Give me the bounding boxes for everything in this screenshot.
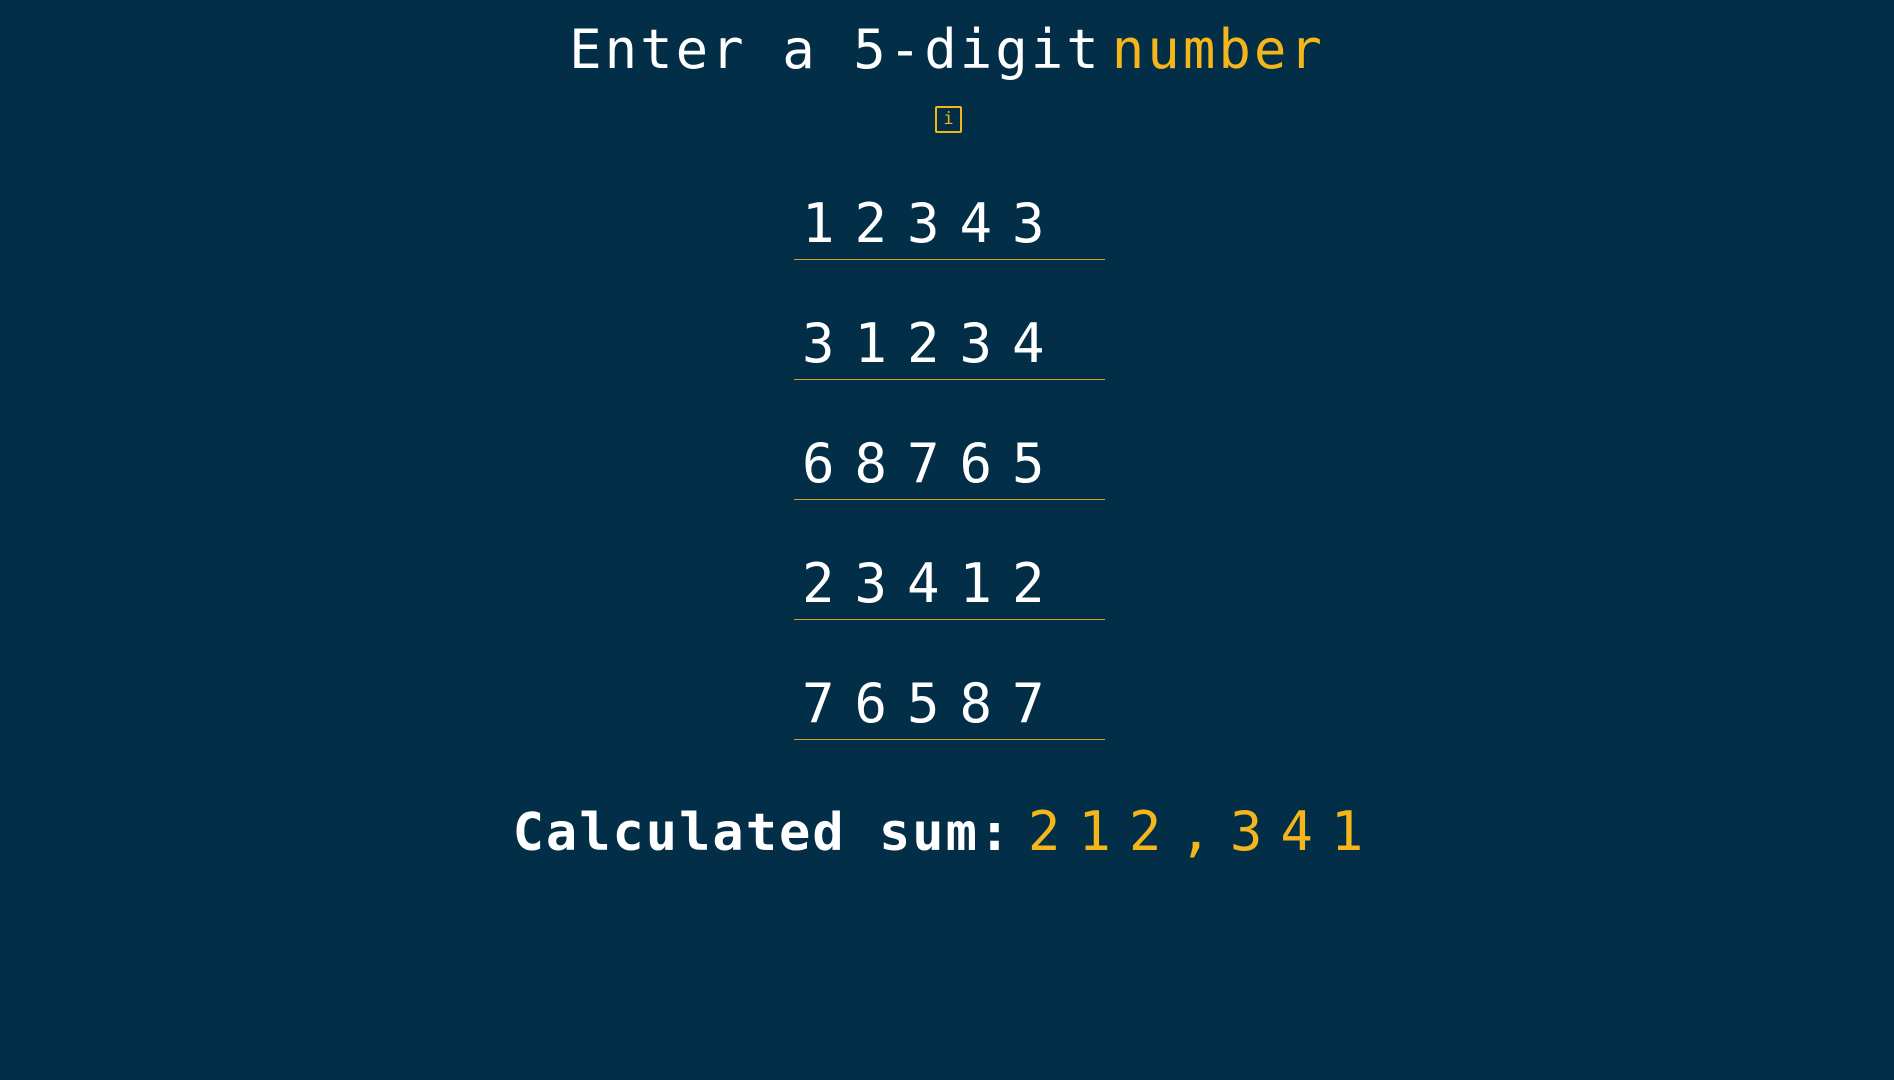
info-glyph: i — [943, 109, 954, 129]
number-input-5[interactable] — [794, 670, 1105, 740]
number-inputs — [794, 190, 1105, 790]
sum-label: Calculated sum: — [512, 803, 1013, 863]
page-title: Enter a 5-digit number — [0, 14, 1894, 86]
sum-value: 212,341 — [1027, 800, 1382, 863]
title-accent: number — [1111, 18, 1325, 81]
info-icon[interactable]: i — [935, 106, 962, 133]
number-input-3[interactable] — [794, 430, 1105, 500]
number-input-4[interactable] — [794, 550, 1105, 620]
sum-row: Calculated sum: 212,341 — [0, 796, 1894, 881]
number-input-1[interactable] — [794, 190, 1105, 260]
page: Enter a 5-digitnumber i Calculated sum: … — [0, 0, 1894, 1080]
title-prefix: Enter a 5-digit — [569, 18, 1102, 81]
number-input-2[interactable] — [794, 310, 1105, 380]
